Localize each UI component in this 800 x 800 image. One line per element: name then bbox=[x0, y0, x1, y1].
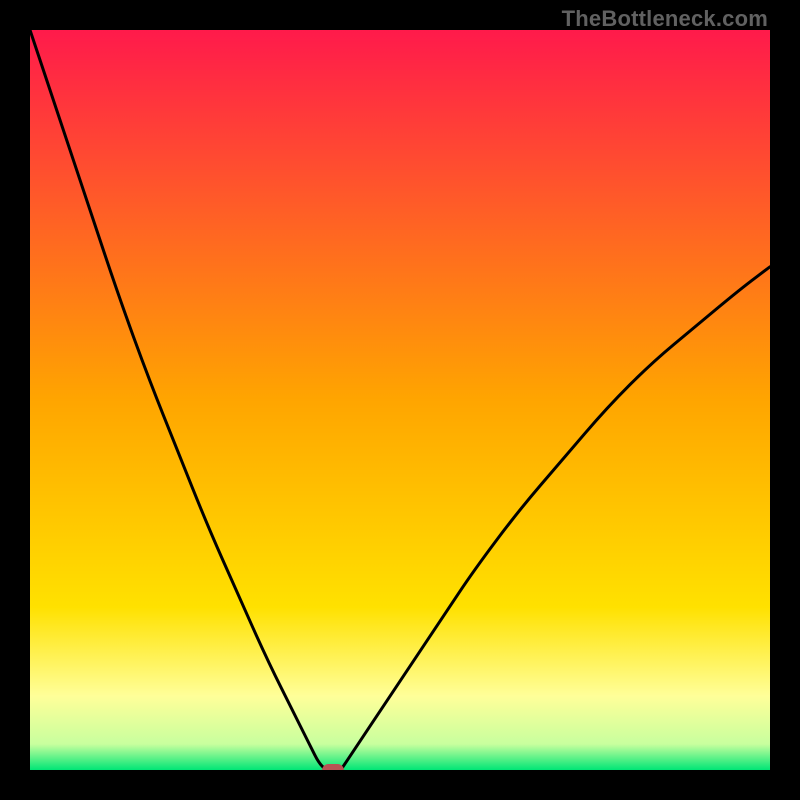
chart-frame: TheBottleneck.com bbox=[0, 0, 800, 800]
attribution-text: TheBottleneck.com bbox=[562, 6, 768, 32]
bottleneck-curve bbox=[30, 30, 770, 770]
plot-area bbox=[30, 30, 770, 770]
optimal-marker bbox=[322, 764, 344, 771]
